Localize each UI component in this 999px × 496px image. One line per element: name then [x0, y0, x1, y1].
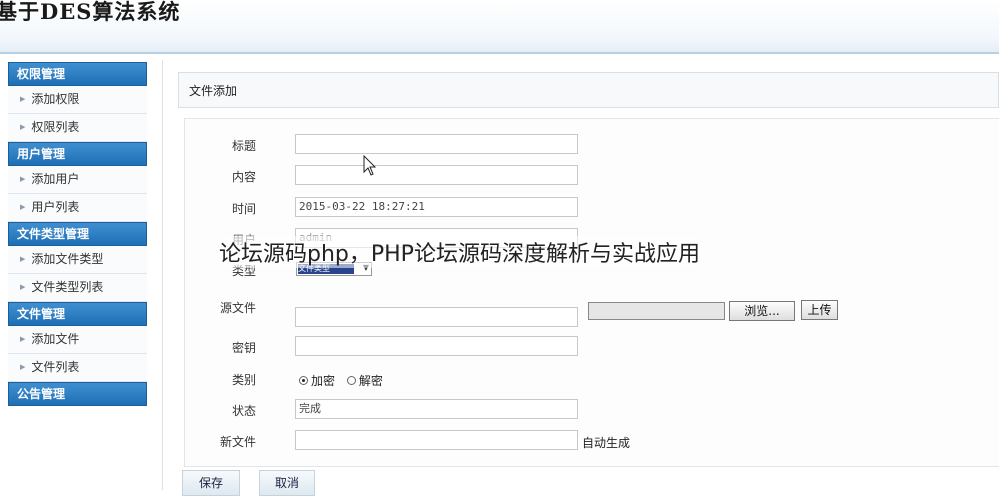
triangle-right-icon: ▶ — [20, 123, 26, 131]
decrypt-radio[interactable] — [346, 376, 356, 385]
title-input[interactable] — [295, 134, 578, 154]
key-input[interactable] — [295, 336, 578, 356]
sidebar-item-label: 文件列表 — [31, 360, 80, 374]
sidebar-group-user[interactable]: 用户管理 — [8, 142, 147, 166]
triangle-right-icon: ▶ — [20, 283, 26, 291]
content-label: 内容 — [231, 170, 256, 184]
encrypt-radio[interactable] — [299, 376, 308, 385]
auto-generate-note: 自动生成 — [582, 436, 631, 450]
sidebar-item-file-list[interactable]: ▶ 文件列表 — [8, 354, 147, 382]
new-file-input[interactable] — [295, 430, 578, 450]
sidebar-group-file[interactable]: 文件管理 — [8, 302, 147, 326]
sidebar-item-label: 添加文件 — [31, 332, 80, 346]
sidebar-item-label: 添加权限 — [31, 92, 80, 106]
upload-button[interactable]: 上传 — [801, 300, 838, 320]
triangle-right-icon: ▶ — [20, 203, 26, 211]
browse-button[interactable]: 浏览... — [729, 301, 795, 321]
category-label: 类别 — [231, 373, 256, 387]
status-label: 状态 — [231, 404, 256, 418]
file-path-box[interactable] — [588, 302, 725, 320]
sidebar-item-filetype-list[interactable]: ▶ 文件类型列表 — [8, 274, 147, 302]
app-header: 基于DES算法系统 — [0, 0, 999, 54]
sidebar-item-add-file[interactable]: ▶ 添加文件 — [8, 326, 147, 354]
key-label: 密钥 — [231, 341, 256, 355]
source-file-input[interactable] — [295, 307, 578, 327]
time-label: 时间 — [231, 202, 256, 216]
app-title: 基于DES算法系统 — [0, 0, 181, 24]
time-input[interactable]: 2015-03-22 18:27:21 — [295, 197, 578, 217]
sidebar: 权限管理 ▶ 添加权限 ▶ 权限列表 用户管理 ▶ 添加用户 ▶ 用户列表 文件类型管理… — [8, 62, 147, 406]
sidebar-item-label: 权限列表 — [31, 120, 80, 134]
sidebar-item-add-filetype[interactable]: ▶ 添加文件类型 — [8, 246, 147, 274]
sidebar-item-add-permission[interactable]: ▶ 添加权限 — [8, 86, 147, 114]
sidebar-item-add-user[interactable]: ▶ 添加用户 — [8, 166, 147, 194]
title-label: 标题 — [231, 139, 256, 153]
cancel-button[interactable]: 取消 — [259, 470, 315, 496]
sidebar-item-permission-list[interactable]: ▶ 权限列表 — [8, 114, 147, 142]
breadcrumb: 文件添加 — [178, 72, 999, 108]
decrypt-radio-label: 解密 — [358, 374, 383, 388]
overlay-caption: 论坛源码php，PHP论坛源码深度解析与实战应用 — [219, 236, 700, 268]
sidebar-item-label: 用户列表 — [31, 200, 80, 214]
triangle-right-icon: ▶ — [20, 335, 26, 343]
sidebar-item-label: 添加用户 — [31, 172, 80, 186]
mouse-cursor-icon — [363, 155, 377, 176]
status-input[interactable]: 完成 — [295, 399, 578, 419]
save-button[interactable]: 保存 — [182, 470, 240, 496]
triangle-right-icon: ▶ — [20, 363, 26, 371]
sidebar-group-notice[interactable]: 公告管理 — [8, 382, 147, 406]
triangle-right-icon: ▶ — [20, 95, 26, 103]
content-input[interactable] — [295, 165, 578, 185]
category-radio-group: 加密 解密 — [299, 372, 391, 389]
new-file-label: 新文件 — [219, 435, 256, 449]
sidebar-item-label: 文件类型列表 — [31, 280, 104, 294]
sidebar-item-user-list[interactable]: ▶ 用户列表 — [8, 194, 147, 222]
sidebar-group-permission[interactable]: 权限管理 — [8, 62, 147, 86]
sidebar-group-filetype[interactable]: 文件类型管理 — [8, 222, 147, 246]
source-file-label: 源文件 — [219, 301, 256, 315]
triangle-right-icon: ▶ — [20, 175, 26, 183]
sidebar-divider — [162, 60, 163, 490]
triangle-right-icon: ▶ — [20, 255, 26, 263]
encrypt-radio-label: 加密 — [311, 374, 336, 388]
sidebar-item-label: 添加文件类型 — [31, 252, 104, 266]
